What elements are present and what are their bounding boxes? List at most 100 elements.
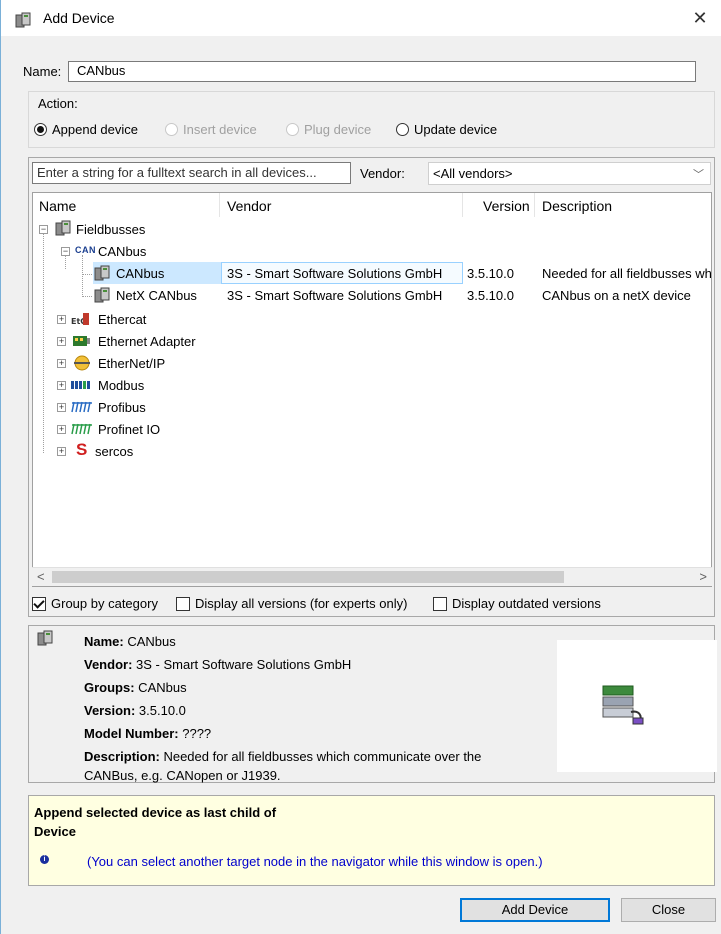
radio-append-device[interactable]: Append device <box>34 122 138 137</box>
column-header-vendor[interactable]: Vendor <box>227 198 271 214</box>
close-icon[interactable]: ✕ <box>687 5 713 31</box>
sercos-icon: S <box>76 440 88 459</box>
device-tree[interactable]: Name Vendor Version Description − Fieldb… <box>32 192 712 587</box>
checkbox-label: Group by category <box>51 596 158 611</box>
checkbox-box <box>433 596 447 611</box>
expand-icon[interactable]: + <box>57 381 66 390</box>
tree-row[interactable]: + S sercos <box>33 440 711 462</box>
chevron-down-icon: ﹀ <box>693 169 704 181</box>
tree-row[interactable]: + Profinet IO <box>33 418 711 440</box>
group-by-category-checkbox[interactable]: Group by category <box>32 596 158 611</box>
append-note: (You can select another target node in t… <box>87 854 543 869</box>
append-target-text: Append selected device as last child of … <box>34 805 277 839</box>
device-icon <box>15 12 31 28</box>
tree-row-name: Profinet IO <box>98 422 161 437</box>
tree-row-vendor: 3S - Smart Software Solutions GmbH <box>227 288 443 303</box>
vendor-label: Vendor: <box>360 166 405 181</box>
profibus-icon <box>71 401 92 413</box>
device-icon <box>94 265 110 281</box>
can-icon: CAN <box>75 245 96 255</box>
tree-row-description: Needed for all fieldbusses whi <box>542 266 712 281</box>
tree-row[interactable]: + Ethernet Adapter <box>33 330 711 352</box>
tree-row[interactable]: + Modbus <box>33 374 711 396</box>
column-divider[interactable] <box>462 193 463 217</box>
tree-row-name: sercos <box>95 444 134 459</box>
device-icon <box>55 220 71 236</box>
expand-icon[interactable]: + <box>57 359 66 368</box>
add-device-button[interactable]: Add Device <box>460 898 610 922</box>
vendor-select[interactable]: <All vendors> ﹀ <box>428 162 711 185</box>
expand-icon[interactable]: + <box>57 337 66 346</box>
radio-label: Append device <box>52 122 139 137</box>
action-group <box>28 91 715 148</box>
name-input[interactable]: CANbus <box>68 61 696 82</box>
ethernet-adapter-icon <box>73 336 90 346</box>
column-divider[interactable] <box>534 193 535 217</box>
column-divider[interactable] <box>219 193 220 217</box>
modbus-icon <box>71 381 90 389</box>
expand-icon[interactable]: + <box>57 447 66 456</box>
radio-dot <box>34 123 47 136</box>
info-description: Description: Needed for all fieldbusses … <box>84 749 482 764</box>
expand-icon[interactable]: + <box>57 315 66 324</box>
tree-row[interactable]: + Profibus <box>33 396 711 418</box>
checkbox-box <box>176 596 190 611</box>
info-icon: i <box>40 855 49 864</box>
checkbox-box <box>32 596 46 611</box>
tree-row-name: NetX CANbus <box>116 288 197 303</box>
tree-row-name: Profibus <box>98 400 146 415</box>
expand-icon[interactable]: + <box>57 425 66 434</box>
column-header-name[interactable]: Name <box>39 198 76 214</box>
tree-row-name: CANbus <box>98 244 147 259</box>
tree-row-vendor: 3S - Smart Software Solutions GmbH <box>227 266 443 281</box>
tree-row-version: 3.5.10.0 <box>467 288 514 303</box>
collapse-icon[interactable]: − <box>39 225 48 234</box>
tree-row[interactable]: − CAN CANbus <box>33 240 711 262</box>
title-bar: Add Device ✕ <box>1 0 721 36</box>
tree-row-name: Ethernet Adapter <box>98 334 196 349</box>
radio-insert-device[interactable]: Insert device <box>165 122 257 137</box>
radio-update-device[interactable]: Update device <box>396 122 497 137</box>
info-description-cont: CANBus, e.g. CANopen or J1939. <box>84 768 281 783</box>
column-header-description[interactable]: Description <box>542 198 612 214</box>
tree-row-version: 3.5.10.0 <box>467 266 514 281</box>
window-title: Add Device <box>43 10 115 26</box>
device-icon <box>94 287 110 303</box>
action-label: Action: <box>36 96 80 111</box>
profinet-icon <box>71 423 92 435</box>
display-all-versions-checkbox[interactable]: Display all versions (for experts only) <box>176 596 407 611</box>
radio-plug-device[interactable]: Plug device <box>286 122 371 137</box>
device-image <box>557 640 717 772</box>
scroll-right-icon[interactable]: > <box>699 569 707 584</box>
search-input[interactable]: Enter a string for a fulltext search in … <box>32 162 351 184</box>
tree-row-selected[interactable]: CANbus 3S - Smart Software Solutions Gmb… <box>33 262 712 284</box>
info-model-number: Model Number: ???? <box>84 726 212 741</box>
name-label: Name: <box>23 64 62 79</box>
vendor-select-value: <All vendors> <box>433 166 513 181</box>
tree-row-name: Modbus <box>98 378 145 393</box>
add-device-dialog: Add Device ✕ Name: CANbus Action: Append… <box>0 0 721 934</box>
radio-label: Update device <box>414 122 498 137</box>
radio-dot <box>396 123 409 136</box>
display-outdated-checkbox[interactable]: Display outdated versions <box>433 596 601 611</box>
tree-row[interactable]: NetX CANbus 3S - Smart Software Solution… <box>33 284 711 306</box>
ethercat-icon: EtC <box>71 313 89 326</box>
info-groups: Groups: CANbus <box>84 680 187 695</box>
scrollbar-thumb[interactable] <box>52 571 564 583</box>
column-header-version[interactable]: Version <box>483 198 530 214</box>
tree-row[interactable]: + EtherNet/IP <box>33 352 711 374</box>
tree-row[interactable]: + EtC Ethercat <box>33 308 711 330</box>
tree-row[interactable]: − Fieldbusses <box>33 218 711 240</box>
tree-row-name: Ethercat <box>98 312 147 327</box>
info-vendor: Vendor: 3S - Smart Software Solutions Gm… <box>84 657 352 672</box>
info-version: Version: 3.5.10.0 <box>84 703 186 718</box>
radio-dot <box>286 123 299 136</box>
ethernet-ip-icon <box>74 355 90 371</box>
scroll-left-icon[interactable]: < <box>37 569 45 584</box>
tree-row-name: CANbus <box>116 266 165 281</box>
collapse-icon[interactable]: − <box>61 247 70 256</box>
expand-icon[interactable]: + <box>57 403 66 412</box>
horizontal-scrollbar[interactable]: < > <box>32 567 712 586</box>
close-button[interactable]: Close <box>621 898 716 922</box>
device-icon <box>37 630 53 646</box>
